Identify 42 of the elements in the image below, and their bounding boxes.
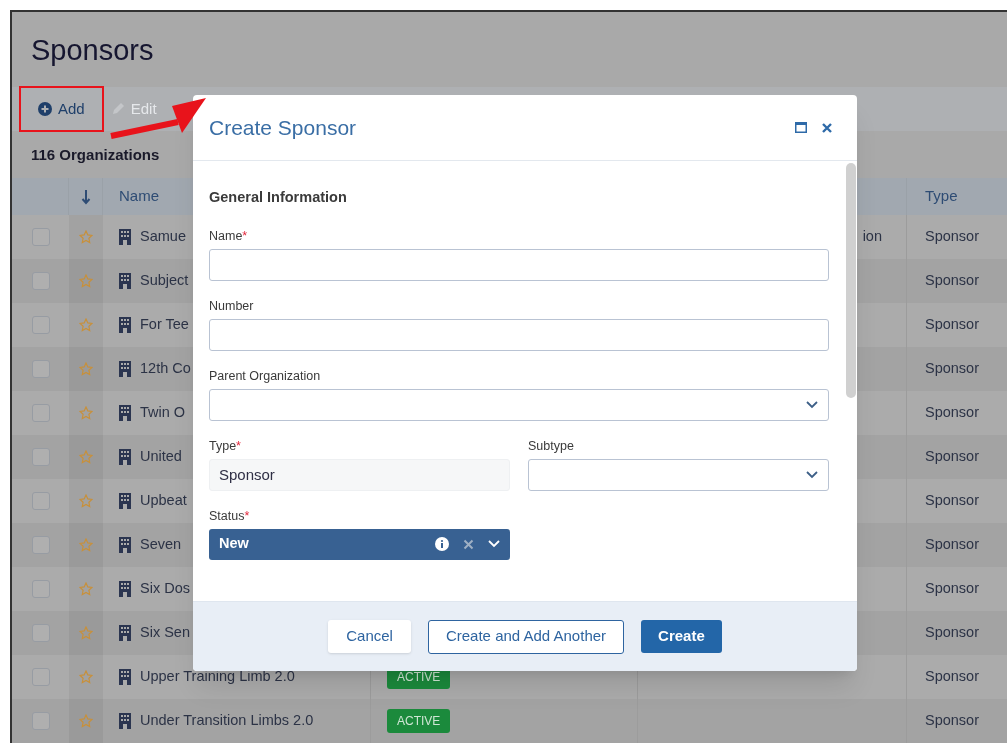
table-cell-text: Sponsor: [925, 315, 979, 335]
table-cell-text: Sponsor: [925, 623, 979, 643]
organization-name[interactable]: Samue: [140, 226, 186, 248]
column-header[interactable]: Type: [925, 185, 958, 208]
table-cell-text: Sponsor: [925, 667, 979, 687]
field-label: Parent Organization: [209, 367, 322, 383]
page-title: Sponsors: [30, 33, 155, 68]
field-label: Subtype: [528, 437, 575, 453]
field-label: Name*: [209, 227, 249, 243]
field-label: Number: [209, 297, 255, 313]
dialog-button[interactable]: Cancel: [328, 620, 411, 653]
field-label: Status*: [209, 507, 251, 523]
organization-name[interactable]: 12th Co: [140, 358, 191, 380]
status-dropdown[interactable]: New: [209, 528, 510, 560]
table-cell-text: ion: [862, 227, 882, 247]
table-cell-text: Sponsor: [925, 491, 979, 511]
toolbar-button[interactable]: Add: [22, 88, 101, 129]
organization-name[interactable]: Upbeat: [140, 490, 187, 512]
table-cell-text: Sponsor: [925, 711, 979, 731]
section-heading: General Information: [209, 188, 348, 207]
readonly-field: Sponsor: [209, 458, 510, 491]
organization-name[interactable]: Seven: [140, 534, 182, 556]
table-cell-text: Sponsor: [925, 535, 979, 555]
organization-name[interactable]: Twin O: [140, 402, 186, 424]
table-cell-text: Sponsor: [925, 579, 979, 599]
organization-name[interactable]: For Tee: [140, 314, 189, 336]
dialog-button[interactable]: Create: [641, 620, 722, 653]
organization-name[interactable]: Under Transition Limbs 2.0: [140, 710, 314, 732]
table-cell-text: Sponsor: [925, 403, 979, 423]
status-badge: ACTIVE: [387, 709, 451, 733]
dialog-button[interactable]: Create and Add Another: [427, 619, 625, 654]
table-cell-text: Sponsor: [925, 271, 979, 291]
organization-name[interactable]: Six Dos: [140, 578, 190, 600]
organization-name[interactable]: Subject: [140, 270, 189, 292]
table-cell-text: Sponsor: [925, 447, 979, 467]
organization-name[interactable]: Six Sen: [140, 622, 190, 644]
table-cell-text: Sponsor: [925, 359, 979, 379]
field-label: Type*: [209, 437, 242, 453]
organization-name[interactable]: United: [140, 446, 182, 468]
dialog-title: Create Sponsor: [209, 114, 358, 141]
table-cell-text: Sponsor: [925, 227, 979, 247]
column-header[interactable]: Name: [119, 185, 159, 208]
